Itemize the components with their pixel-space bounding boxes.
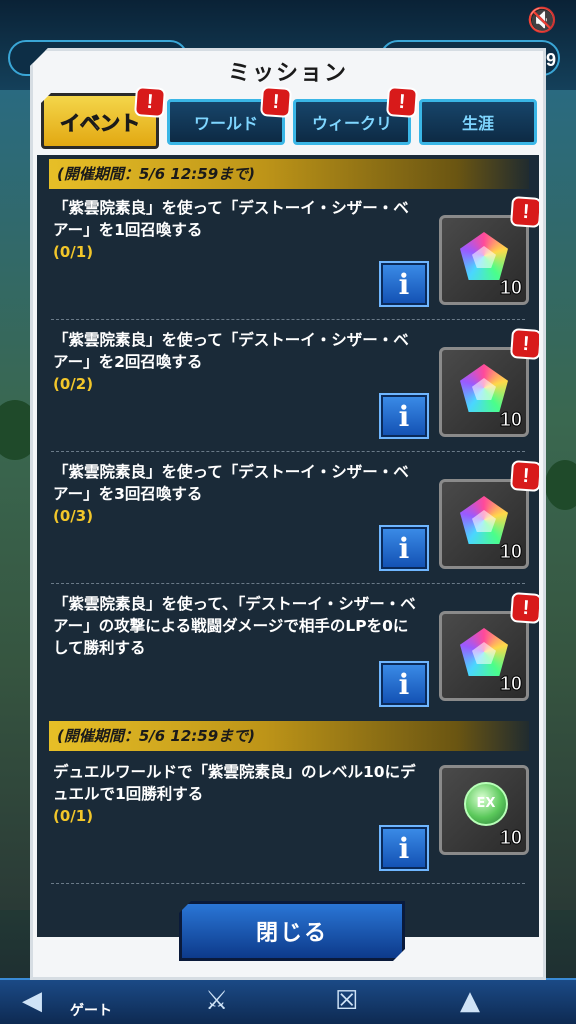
- mission-progress: (0/1): [53, 243, 94, 261]
- mission-item: 「紫雲院素良」を使って「デストーイ・シザー・ベアー」を3回召喚する (0/3) …: [37, 455, 539, 587]
- mission-dialog: ミッション イベント ワールド ウィークリ 生涯 ! ! ! (開催期間：5/6…: [30, 48, 546, 980]
- mission-progress: (0/1): [53, 807, 94, 825]
- mission-description: 「紫雲院素良」を使って「デストーイ・シザー・ベアー」を1回召喚する: [53, 199, 409, 239]
- reward-count: 10: [499, 409, 522, 432]
- info-icon: i: [398, 399, 410, 433]
- reward-box[interactable]: 10: [439, 215, 529, 305]
- mute-icon: 🔇: [527, 6, 557, 34]
- tab-world-label: ワールド: [193, 114, 258, 133]
- divider: [51, 451, 525, 452]
- mission-item: 「紫雲院素良」を使って、「デストーイ・シザー・ベアー」の攻撃による戦闘ダメージで…: [37, 587, 539, 719]
- close-button[interactable]: 閉じる: [179, 901, 405, 961]
- divider: [51, 583, 525, 584]
- divider: [51, 883, 525, 884]
- tab-event-label: イベント: [60, 110, 141, 135]
- shop-cart-icon: ☒: [335, 986, 359, 1016]
- bottom-nav-gate-label: ゲート: [70, 1003, 112, 1019]
- info-icon: i: [398, 531, 410, 565]
- alert-badge-icon: !: [509, 327, 539, 361]
- mission-description: 「紫雲院素良」を使って、「デストーイ・シザー・ベアー」の攻撃による戦闘ダメージで…: [53, 595, 416, 657]
- alert-badge-icon: !: [133, 85, 167, 119]
- mission-progress: (0/3): [53, 507, 94, 525]
- ex-orb-icon: EX: [464, 782, 508, 826]
- tab-lifetime-label: 生涯: [461, 114, 494, 133]
- tab-lifetime[interactable]: 生涯: [419, 99, 537, 145]
- reward-box[interactable]: EX 10: [439, 765, 529, 855]
- info-button[interactable]: i: [379, 661, 429, 707]
- info-button[interactable]: i: [379, 825, 429, 871]
- mission-item: 「紫雲院素良」を使って「デストーイ・シザー・ベアー」を2回召喚する (0/2) …: [37, 323, 539, 455]
- info-button[interactable]: i: [379, 261, 429, 307]
- background-left-edge: [0, 90, 34, 910]
- mission-tabs: イベント ワールド ウィークリ 生涯 ! ! !: [39, 85, 539, 151]
- alert-badge-icon: !: [509, 591, 539, 625]
- mission-description: 「紫雲院素良」を使って「デストーイ・シザー・ベアー」を2回召喚する: [53, 331, 409, 371]
- info-icon: i: [398, 267, 410, 301]
- mission-description: 「紫雲院素良」を使って「デストーイ・シザー・ベアー」を3回召喚する: [53, 463, 409, 503]
- alert-badge-icon: !: [509, 459, 539, 493]
- mission-description: デュエルワールドで「紫雲院素良」のレベル10にデュエルで1回勝利する: [53, 763, 416, 803]
- mission-list-panel[interactable]: (開催期間：5/6 12:59まで) 「紫雲院素良」を使って「デストーイ・シザー…: [37, 155, 539, 937]
- close-button-label: 閉じる: [255, 921, 328, 946]
- crossed-swords-icon: ⚔: [205, 986, 229, 1016]
- reward-box[interactable]: 10: [439, 611, 529, 701]
- info-icon: i: [398, 667, 410, 701]
- gate-icon: ◀: [22, 986, 42, 1016]
- reward-box[interactable]: 10: [439, 347, 529, 437]
- reward-count: 10: [499, 827, 522, 850]
- reward-box[interactable]: 10: [439, 479, 529, 569]
- event-period-banner: (開催期間：5/6 12:59まで): [49, 721, 529, 751]
- background-status-number: 9: [546, 50, 557, 70]
- mission-item: 「紫雲院素良」を使って「デストーイ・シザー・ベアー」を1回召喚する (0/1) …: [37, 191, 539, 323]
- reward-count: 10: [499, 277, 522, 300]
- event-period-banner: (開催期間：5/6 12:59まで): [49, 159, 529, 189]
- mission-item: デュエルワールドで「紫雲院素良」のレベル10にデュエルで1回勝利する (0/1)…: [37, 755, 539, 887]
- card-deck-icon: ▲: [460, 986, 480, 1016]
- alert-badge-icon: !: [509, 195, 539, 229]
- alert-badge-icon: !: [259, 85, 293, 119]
- info-icon: i: [398, 831, 410, 865]
- dialog-title: ミッション: [227, 61, 348, 86]
- reward-count: 10: [499, 673, 522, 696]
- reward-count: 10: [499, 541, 522, 564]
- info-button[interactable]: i: [379, 393, 429, 439]
- divider: [51, 319, 525, 320]
- mission-progress: (0/2): [53, 375, 94, 393]
- info-button[interactable]: i: [379, 525, 429, 571]
- alert-badge-icon: !: [385, 85, 419, 119]
- tab-weekly-label: ウィークリ: [311, 114, 392, 133]
